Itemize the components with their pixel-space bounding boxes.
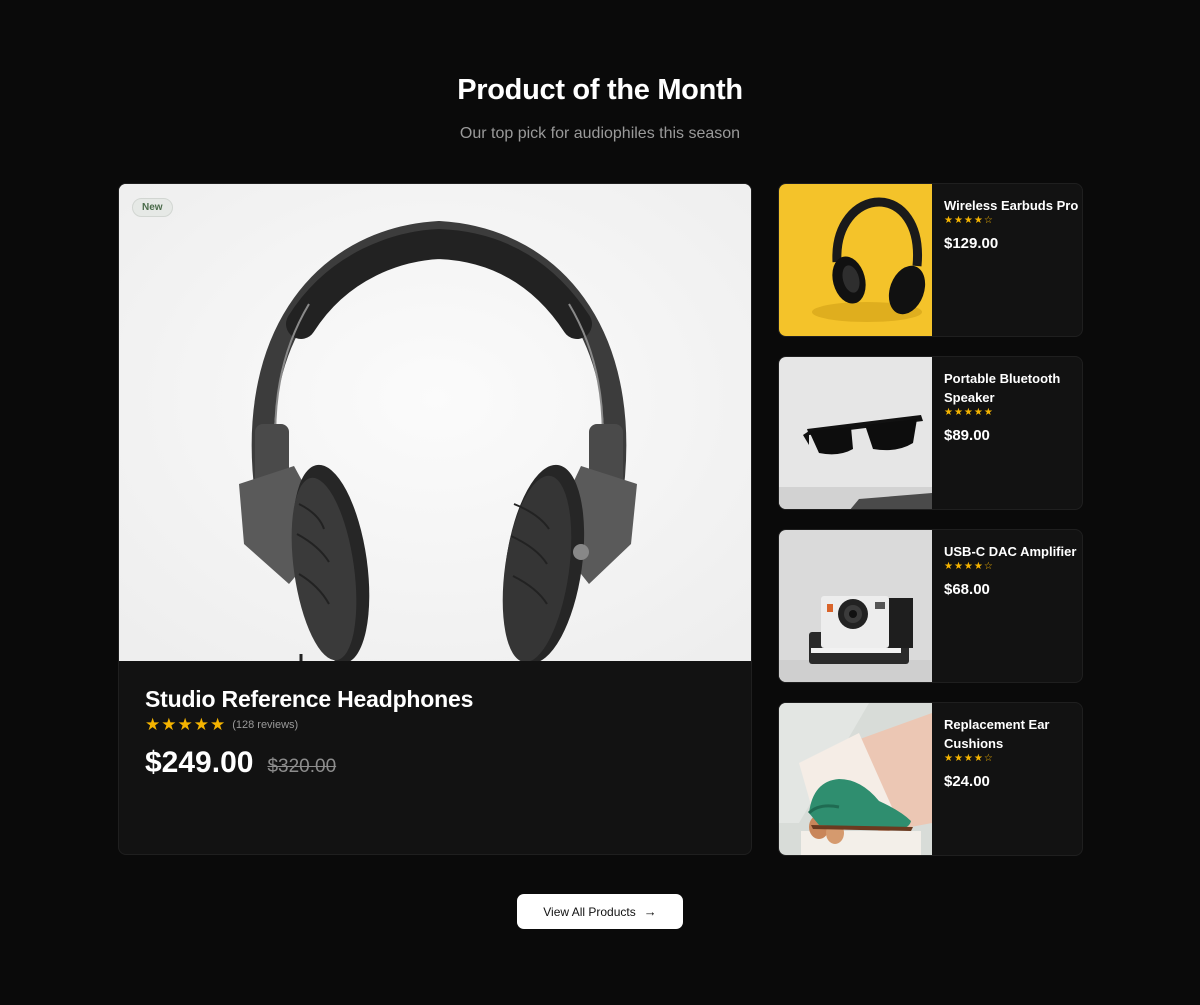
review-count: (128 reviews)	[232, 719, 299, 731]
featured-product-info: Studio Reference Headphones ★★★★★ (128 r…	[145, 686, 725, 780]
product-name[interactable]: Replacement Ear Cushions	[944, 715, 1079, 753]
page-title: Product of the Month	[457, 74, 743, 106]
product-card[interactable]: USB-C DAC Amplifier ★★★★☆ $68.00	[778, 529, 1083, 683]
arrow-right-icon: →	[643, 904, 657, 919]
product-thumbnail[interactable]	[779, 357, 932, 509]
product-name[interactable]: USB-C DAC Amplifier	[944, 542, 1079, 561]
product-info: Portable Bluetooth Speaker ★★★★★ $89.00	[944, 369, 1079, 444]
green-shoe-photo	[779, 703, 932, 855]
headphones-on-yellow-photo	[779, 184, 932, 336]
featured-product-card[interactable]: New Studio Reference Headphones ★★★★★ (1…	[118, 183, 752, 855]
product-thumbnail[interactable]	[779, 184, 932, 336]
featured-price: $249.00	[145, 746, 254, 779]
new-badge: New	[132, 198, 173, 217]
product-card[interactable]: Wireless Earbuds Pro ★★★★☆ $129.00	[778, 183, 1083, 337]
product-info: Wireless Earbuds Pro ★★★★☆ $129.00	[944, 196, 1079, 252]
sunglasses-photo	[779, 357, 932, 509]
product-info: USB-C DAC Amplifier ★★★★☆ $68.00	[944, 542, 1079, 598]
product-name[interactable]: Wireless Earbuds Pro	[944, 196, 1079, 215]
view-all-products-button[interactable]: View All Products →	[517, 894, 683, 929]
star-rating-icon: ★★★★★	[944, 407, 994, 418]
featured-original-price: $320.00	[267, 756, 337, 777]
star-rating-icon: ★★★★★	[145, 715, 227, 734]
page-subtitle: Our top pick for audiophiles this season	[459, 125, 741, 142]
product-card[interactable]: Portable Bluetooth Speaker ★★★★★ $89.00	[778, 356, 1083, 510]
product-price: $129.00	[944, 235, 999, 252]
featured-price-row: $249.00 $320.00	[145, 746, 725, 780]
product-price: $68.00	[944, 581, 990, 598]
featured-product-name[interactable]: Studio Reference Headphones	[145, 686, 725, 713]
star-rating-icon: ★★★★☆	[944, 215, 994, 226]
view-all-label: View All Products	[543, 904, 636, 919]
headphones-photo	[119, 184, 751, 661]
product-price: $24.00	[944, 773, 990, 790]
product-thumbnail[interactable]	[779, 703, 932, 855]
featured-rating: ★★★★★ (128 reviews)	[145, 716, 725, 734]
product-card[interactable]: Replacement Ear Cushions ★★★★☆ $24.00	[778, 702, 1083, 856]
featured-product-image[interactable]: New	[119, 184, 751, 661]
product-name[interactable]: Portable Bluetooth Speaker	[944, 369, 1079, 407]
instant-camera-photo	[779, 530, 932, 682]
product-info: Replacement Ear Cushions ★★★★☆ $24.00	[944, 715, 1079, 790]
section-header: Product of the Month Our top pick for au…	[0, 74, 1200, 143]
product-thumbnail[interactable]	[779, 530, 932, 682]
star-rating-icon: ★★★★☆	[944, 753, 994, 764]
product-price: $89.00	[944, 427, 990, 444]
star-rating-icon: ★★★★☆	[944, 561, 994, 572]
